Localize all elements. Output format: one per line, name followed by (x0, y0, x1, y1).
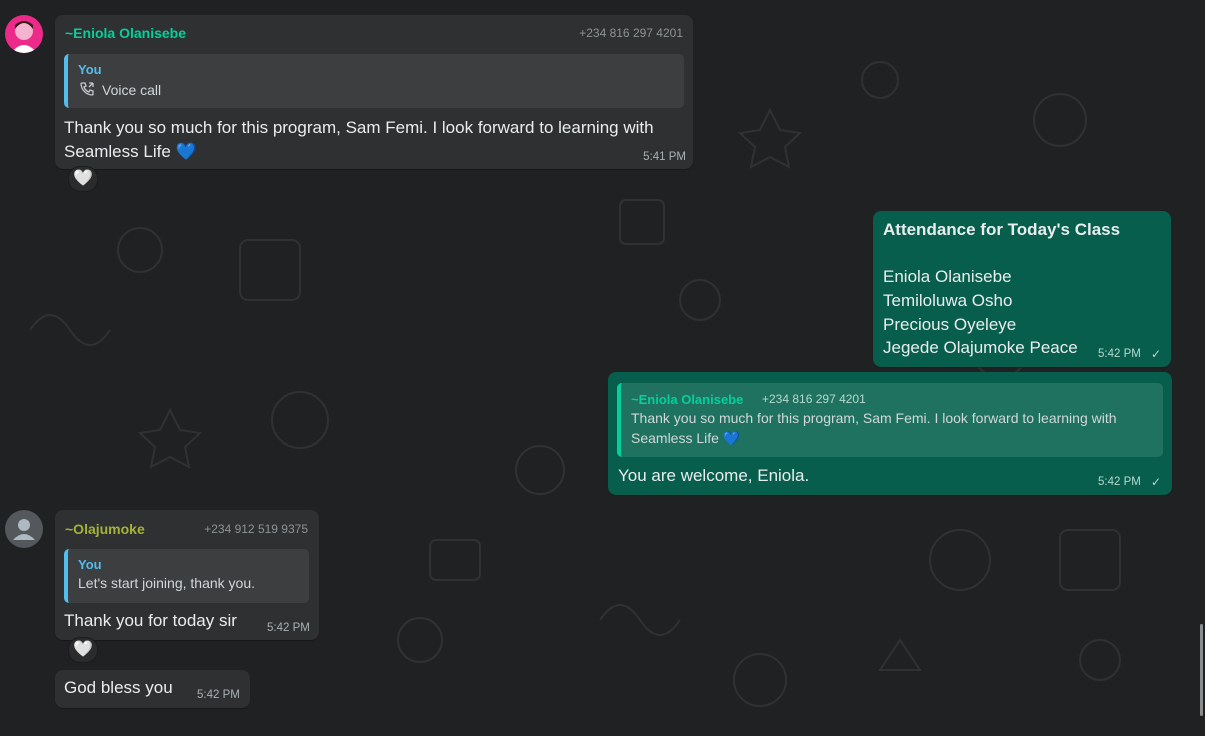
message-title: Attendance for Today's Class (883, 220, 1121, 239)
message-bubble[interactable]: Attendance for Today's Class Eniola Olan… (873, 211, 1171, 367)
quoted-message[interactable]: ~Eniola Olanisebe +234 816 297 4201 Than… (617, 383, 1163, 457)
quote-phone: +234 816 297 4201 (762, 392, 866, 406)
quote-text: Thank you so much for this program, Sam … (631, 410, 1117, 426)
contact-avatar[interactable] (5, 15, 43, 53)
check-icon: ✓ (1151, 347, 1162, 361)
message-text: You are welcome, Eniola. (618, 466, 810, 485)
user-silhouette-icon[interactable] (5, 510, 43, 548)
reaction-badge[interactable]: 🤍 (68, 637, 98, 663)
attendee-name: Eniola Olanisebe (883, 267, 1012, 286)
quote-text: Let's start joining, thank you. (78, 575, 255, 591)
message-bubble[interactable]: ~Eniola Olanisebe +234 816 297 4201 You … (55, 15, 693, 169)
attendee-name: Jegede Olajumoke Peace (883, 338, 1078, 357)
quoted-message[interactable]: You Let's start joining, thank you. (64, 549, 309, 603)
quote-author: ~Eniola Olanisebe (631, 392, 744, 407)
quote-text: Seamless Life 💙 (631, 430, 741, 446)
chat-scrollbar[interactable] (1200, 624, 1203, 716)
quoted-message[interactable]: You Voice call (64, 54, 684, 108)
message-time: 5:41 PM (643, 151, 686, 163)
quote-author: You (78, 557, 102, 572)
message-time: 5:42 PM (1098, 348, 1141, 360)
message-text: Thank you for today sir (64, 611, 237, 630)
message-text: Thank you so much for this program, Sam … (64, 118, 654, 137)
sender-phone: +234 816 297 4201 (579, 26, 683, 40)
message-text: Seamless Life 💙 (64, 142, 197, 161)
attendee-name: Precious Oyeleye (883, 315, 1017, 334)
message-bubble[interactable]: ~Eniola Olanisebe +234 816 297 4201 Than… (608, 372, 1172, 495)
message-bubble[interactable]: God bless you 5:42 PM (55, 670, 250, 708)
sender-name[interactable]: ~Eniola Olanisebe (65, 25, 186, 41)
quote-author: You (78, 62, 102, 77)
sender-phone: +234 912 519 9375 (204, 522, 308, 536)
phone-call-icon (79, 81, 95, 102)
quote-text: Voice call (102, 82, 162, 98)
check-icon: ✓ (1151, 475, 1162, 489)
attendee-name: Temiloluwa Osho (883, 291, 1013, 310)
message-bubble[interactable]: ~Olajumoke +234 912 519 9375 You Let's s… (55, 510, 319, 640)
message-time: 5:42 PM (267, 622, 310, 634)
message-time: 5:42 PM (197, 689, 240, 701)
message-time: 5:42 PM (1098, 476, 1141, 488)
sender-name[interactable]: ~Olajumoke (65, 521, 145, 537)
reaction-badge[interactable]: 🤍 (68, 166, 98, 192)
message-text: God bless you (64, 678, 173, 697)
